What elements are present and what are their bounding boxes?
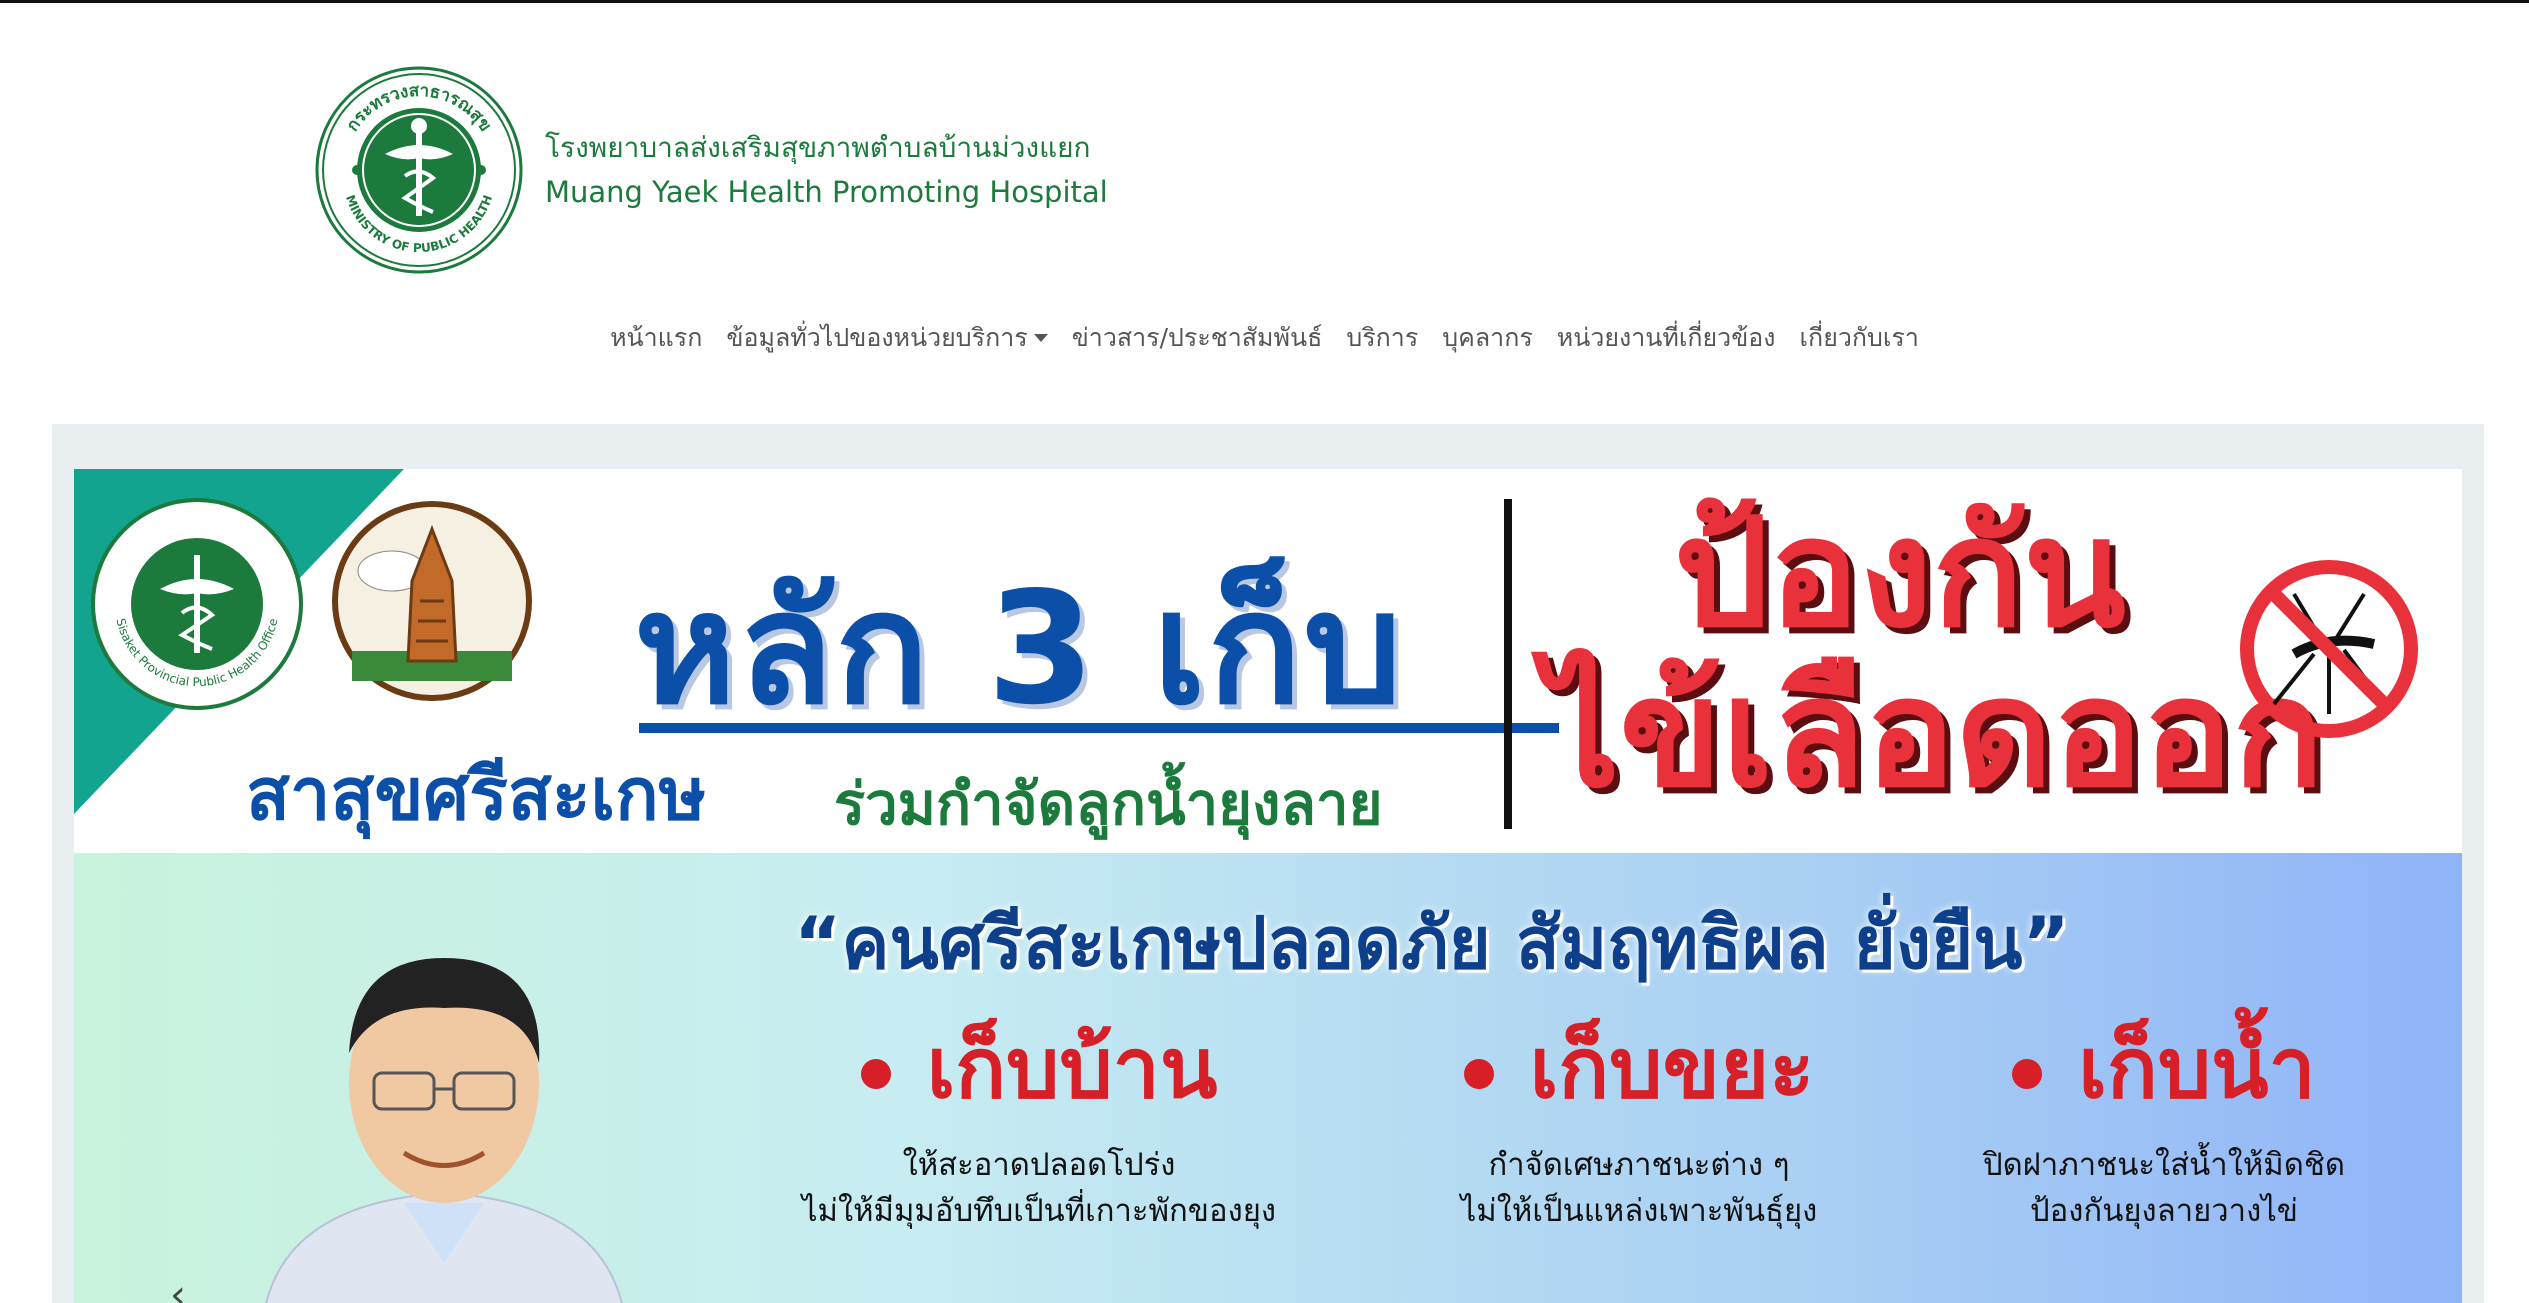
banner-headline: หลัก 3 เก็บ bbox=[634, 558, 1404, 739]
brand-name-th[interactable]: โรงพยาบาลส่งเสริมสุขภาพตำบลบ้านม่วงแยก bbox=[545, 126, 1108, 170]
tip-title-text: เก็บน้ำ bbox=[2078, 1019, 2316, 1117]
provincial-health-office-seal-icon: Sisaket Provincial Public Health Office bbox=[91, 498, 303, 710]
banner-divider bbox=[1504, 499, 1512, 829]
sisaket-province-seal-icon bbox=[332, 501, 532, 701]
tip-desc-line2: ไม่ให้เป็นแหล่งเพาะพันธุ์ยุง bbox=[1460, 1193, 1818, 1229]
main-nav: หน้าแรก ข้อมูลทั่วไปของหน่วยบริการ ข่าวส… bbox=[0, 318, 2529, 358]
banner-prevent-line2: ไข้เลือดออก bbox=[1544, 647, 2324, 821]
banner-prevent-line1: ป้องกัน bbox=[1674, 487, 2126, 661]
tip-column-garbage: เก็บขยะ กำจัดเศษภาชนะต่าง ๆ ไม่ให้เป็นแห… bbox=[1379, 1013, 1899, 1233]
tip-title-text: เก็บบ้าน bbox=[926, 1019, 1218, 1117]
nav-item-general-info[interactable]: ข้อมูลทั่วไปของหน่วยบริการ bbox=[726, 318, 1048, 358]
top-border bbox=[0, 0, 2529, 3]
nav-item-related-agencies[interactable]: หน่วยงานที่เกี่ยวข้อง bbox=[1557, 318, 1776, 358]
bullet-icon bbox=[860, 1059, 891, 1090]
carousel-prev-icon[interactable]: ‹ bbox=[170, 1275, 186, 1303]
tip-desc-line1: ให้สะอาดปลอดโปร่ง bbox=[902, 1147, 1176, 1183]
brand-name-en[interactable]: Muang Yaek Health Promoting Hospital bbox=[545, 170, 1108, 214]
nav-item-news[interactable]: ข่าวสาร/ประชาสัมพันธ์ bbox=[1072, 318, 1323, 358]
tip-column-house: เก็บบ้าน ให้สะอาดปลอดโปร่ง ไม่ให้มีมุมอั… bbox=[779, 1013, 1299, 1233]
caret-down-icon bbox=[1033, 334, 1048, 342]
headline-underline bbox=[639, 723, 1559, 733]
tip-title: เก็บบ้าน bbox=[779, 1013, 1299, 1123]
no-mosquito-icon bbox=[2240, 560, 2418, 738]
site-brand[interactable]: กระทรวงสาธารณสุข MINISTRY OF PUBLIC HEAL… bbox=[315, 65, 1108, 275]
banner-subline-green: ร่วมกำจัดลูกน้ำยุงลาย bbox=[834, 770, 1383, 838]
tip-desc-line1: ปิดฝาภาชนะใส่น้ำให้มิดชิด bbox=[1982, 1147, 2346, 1183]
nav-item-about[interactable]: เกี่ยวกับเรา bbox=[1800, 318, 1919, 358]
tip-title: เก็บน้ำ bbox=[1904, 1013, 2424, 1123]
banner-subline-blue: สาสุขศรีสะเกษ bbox=[246, 752, 707, 836]
nav-item-services[interactable]: บริการ bbox=[1346, 318, 1418, 358]
tip-desc-line1: กำจัดเศษภาชนะต่าง ๆ bbox=[1488, 1147, 1790, 1183]
nav-item-home[interactable]: หน้าแรก bbox=[610, 318, 702, 358]
ministry-of-public-health-logo-icon: กระทรวงสาธารณสุข MINISTRY OF PUBLIC HEAL… bbox=[315, 66, 523, 274]
carousel-slide-banner[interactable]: Sisaket Provincial Public Health Office … bbox=[74, 469, 2462, 1303]
tip-title: เก็บขยะ bbox=[1379, 1013, 1899, 1123]
banner-bottom: “คนศรีสะเกษปลอดภัย สัมฤทธิผล ยั่งยืน” เก… bbox=[74, 853, 2462, 1303]
bullet-icon bbox=[2012, 1059, 2043, 1090]
banner-slogan: “คนศรีสะเกษปลอดภัย สัมฤทธิผล ยั่งยืน” bbox=[794, 901, 2070, 985]
tip-title-text: เก็บขยะ bbox=[1529, 1019, 1815, 1117]
tip-desc-line2: ป้องกันยุงลายวางไข่ bbox=[2030, 1193, 2298, 1229]
nav-item-staff[interactable]: บุคลากร bbox=[1442, 318, 1533, 358]
tip-desc-line2: ไม่ให้มีมุมอับทึบเป็นที่เกาะพักของยุง bbox=[801, 1193, 1277, 1229]
carousel-panel: Sisaket Provincial Public Health Office … bbox=[52, 424, 2484, 1303]
banner-top: Sisaket Provincial Public Health Office … bbox=[74, 469, 2462, 853]
brand-text: โรงพยาบาลส่งเสริมสุขภาพตำบลบ้านม่วงแยก M… bbox=[545, 126, 1108, 214]
bullet-icon bbox=[1463, 1059, 1494, 1090]
official-portrait-image bbox=[265, 958, 623, 1303]
tip-column-water: เก็บน้ำ ปิดฝาภาชนะใส่น้ำให้มิดชิด ป้องกั… bbox=[1904, 1013, 2424, 1233]
nav-item-general-info-label: ข้อมูลทั่วไปของหน่วยบริการ bbox=[726, 323, 1028, 352]
